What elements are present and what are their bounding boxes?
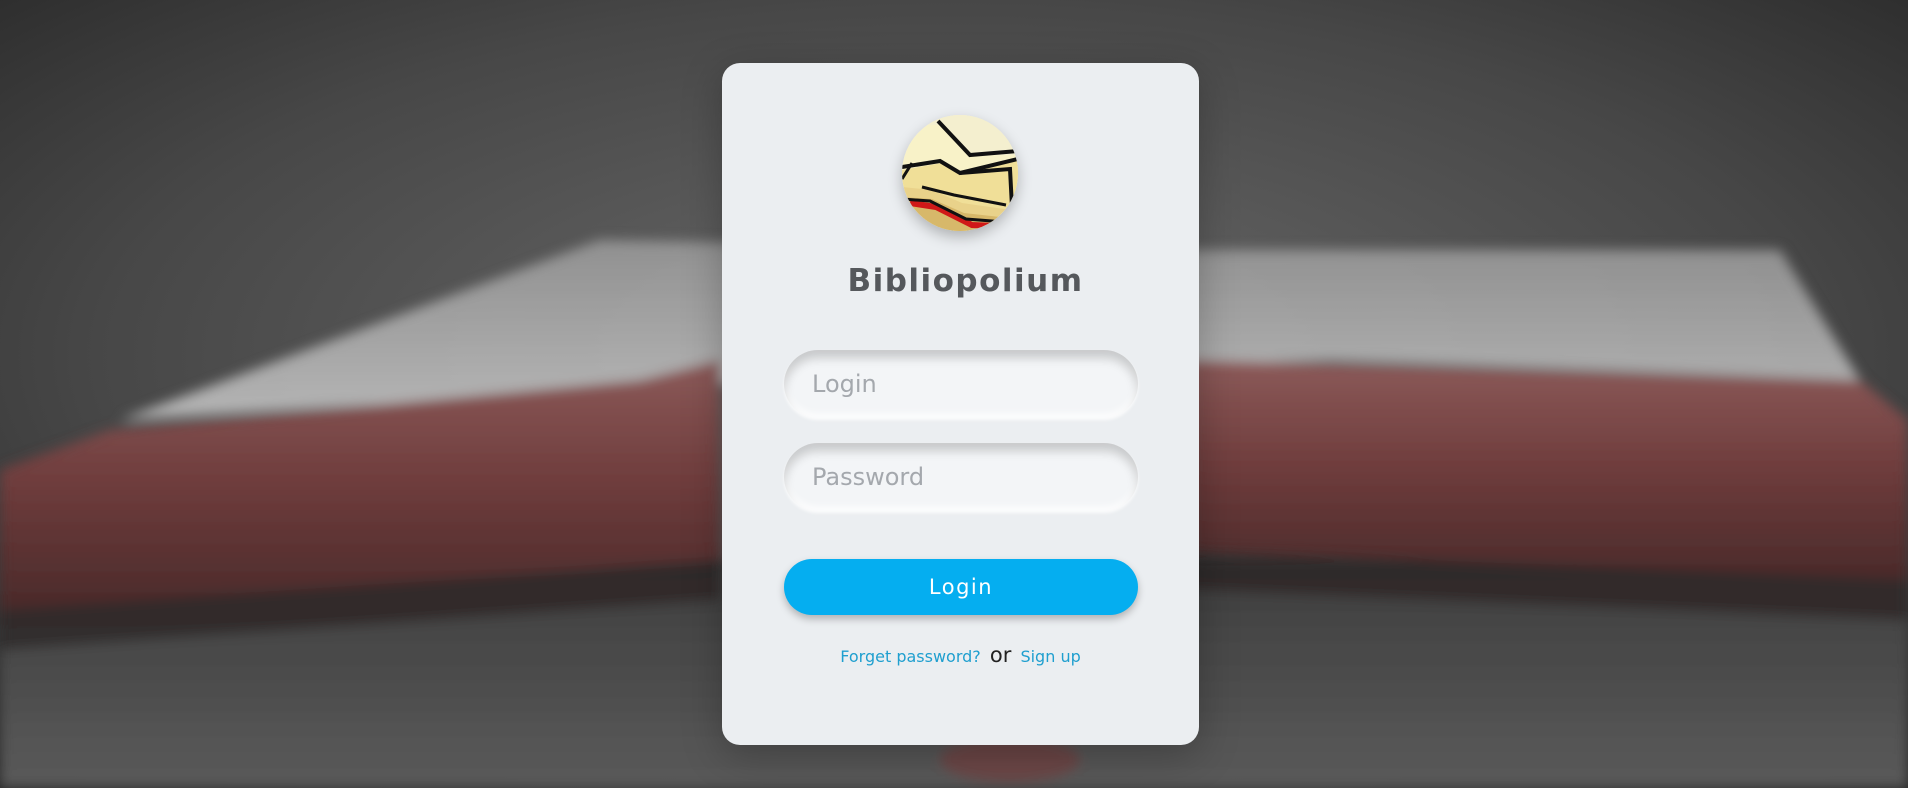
app-title: Bibliopolium — [847, 263, 1084, 299]
login-input[interactable] — [784, 350, 1138, 418]
login-card: Bibliopolium Login Forget password? or S… — [722, 63, 1199, 745]
login-page: Bibliopolium Login Forget password? or S… — [0, 0, 1908, 788]
sign-up-link[interactable]: Sign up — [1020, 647, 1080, 666]
password-input[interactable] — [784, 443, 1138, 511]
login-button[interactable]: Login — [784, 559, 1138, 615]
forget-password-link[interactable]: Forget password? — [840, 647, 981, 666]
links-separator: or — [989, 643, 1012, 667]
auth-links: Forget password? or Sign up — [722, 643, 1199, 667]
open-book-logo-icon — [902, 115, 1018, 231]
